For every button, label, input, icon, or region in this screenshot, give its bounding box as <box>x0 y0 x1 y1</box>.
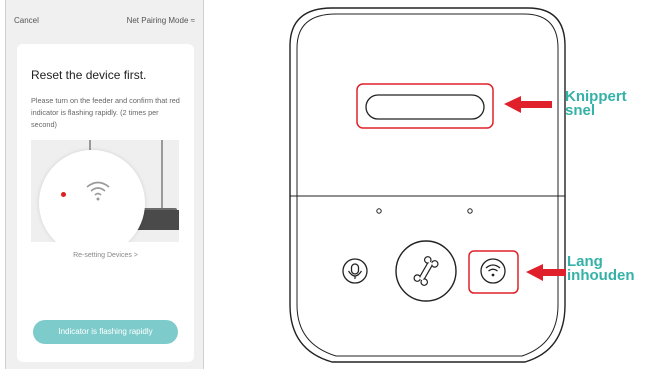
cancel-button[interactable]: Cancel <box>14 16 39 25</box>
reset-card: Reset the device first. Please turn on t… <box>17 44 194 362</box>
wifi-icon <box>83 178 113 209</box>
page-title: Reset the device first. <box>31 68 147 82</box>
resetting-devices-link[interactable]: Re-setting Devices > <box>17 252 194 259</box>
red-indicator <box>61 192 66 197</box>
wifi-button <box>480 258 506 284</box>
hold-long-label: Lang inhouden <box>567 253 635 284</box>
top-bar: Cancel Net Pairing Mode ≈ <box>6 0 203 40</box>
cable <box>89 140 91 150</box>
device-illustration <box>31 140 179 242</box>
indicator-flashing-button[interactable]: Indicator is flashing rapidly <box>33 320 178 344</box>
device-body <box>289 7 566 363</box>
phone-screen: Cancel Net Pairing Mode ≈ Reset the devi… <box>5 0 204 369</box>
device-diagram <box>289 7 566 363</box>
net-pairing-mode-switch[interactable]: Net Pairing Mode ≈ <box>127 16 195 25</box>
flash-fast-label: Knippert snel <box>565 88 627 119</box>
indicator-slot <box>365 94 485 120</box>
microphone-button <box>342 258 368 284</box>
instruction-text: Please turn on the feeder and confirm th… <box>31 96 180 129</box>
cable <box>161 140 163 214</box>
